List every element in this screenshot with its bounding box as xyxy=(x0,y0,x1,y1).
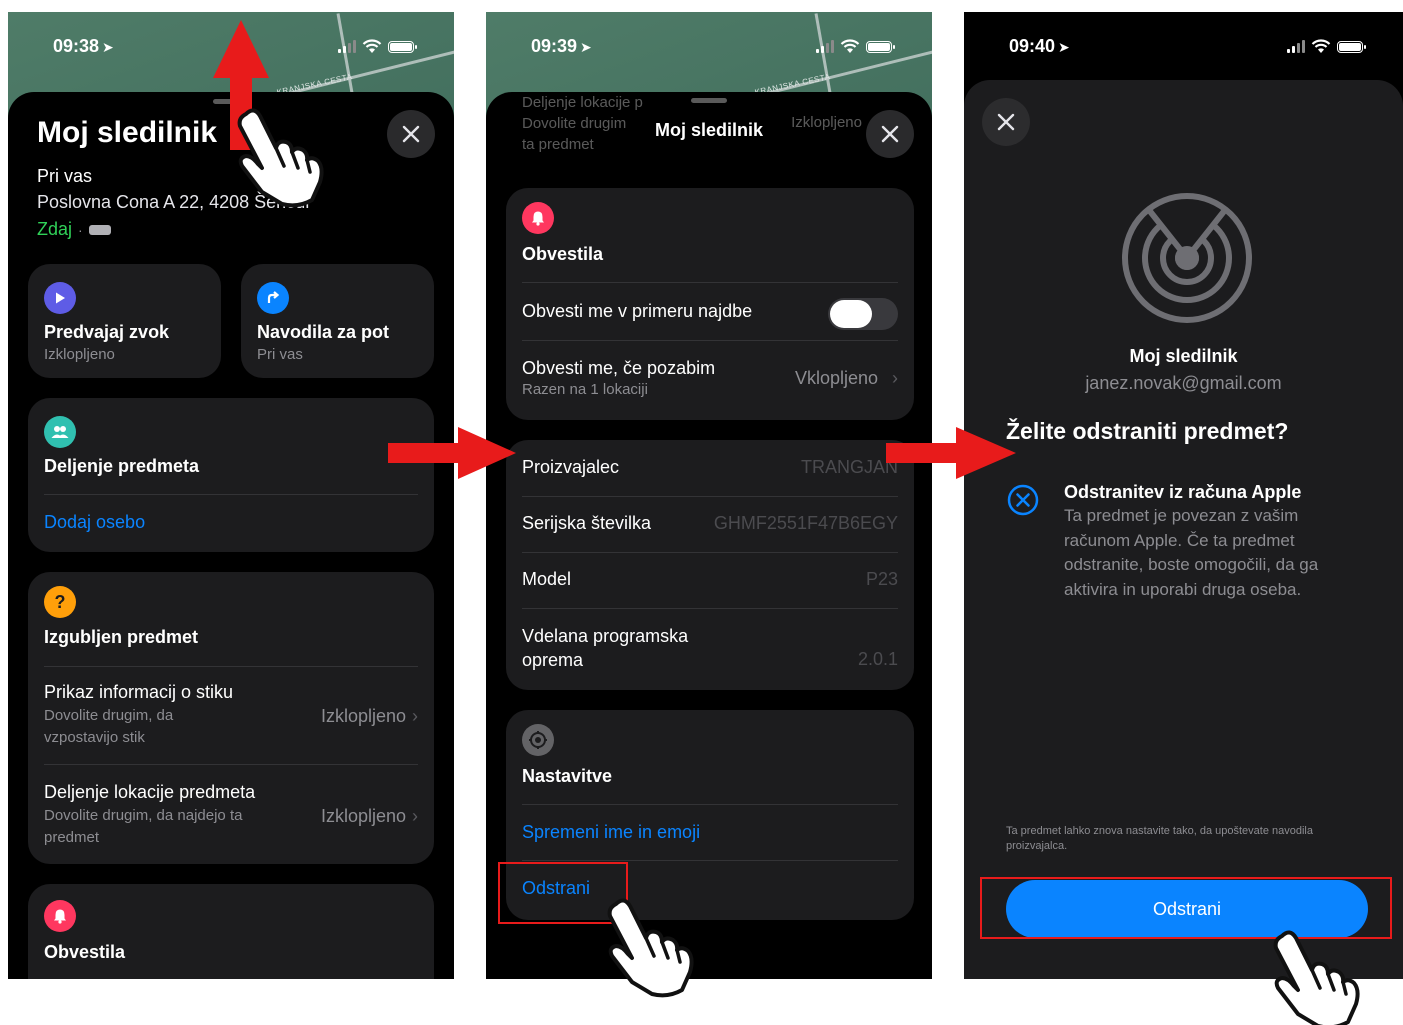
contact-info-sub: Dovolite drugim, da vzpostavijo stik xyxy=(44,707,174,746)
notifications-card: Obvestila xyxy=(28,884,434,979)
question-icon: ? xyxy=(44,586,76,618)
header-title: Moj sledilnik xyxy=(654,120,764,140)
battery-icon xyxy=(866,40,895,53)
manufacturer-label: Proizvajalec xyxy=(522,457,620,477)
tap-hand-icon xyxy=(237,108,324,208)
next-step-arrow xyxy=(886,427,1016,479)
last-seen-row: Zdaj · xyxy=(37,219,111,240)
firmware-label-line: oprema xyxy=(522,650,584,670)
cellular-signal-icon xyxy=(1287,40,1305,53)
screenshot-2: KRANJSKA CESTA 09:39 ➤ Deljenje lokacije … xyxy=(486,12,932,979)
item-sheet: Deljenje lokacije p Dovolite drugim ta p… xyxy=(486,92,932,979)
gear-icon xyxy=(522,724,554,756)
tap-hand-icon xyxy=(607,898,694,998)
notifications-title: Obvestila xyxy=(522,244,604,264)
directions-label: Navodila za pot xyxy=(257,322,390,342)
device-info-card: Proizvajalec TRANGJAN Serijska številka … xyxy=(506,440,914,690)
item-battery-icon xyxy=(88,224,111,235)
serial-value: GHMF2551F47B6EGY xyxy=(713,513,898,533)
notify-forgot-value: Vklopljeno xyxy=(794,368,878,388)
remove-question: Želite odstraniti predmet? xyxy=(1006,418,1289,444)
sharing-card: Deljenje predmeta Dodaj osebo xyxy=(28,398,434,552)
next-step-arrow xyxy=(388,427,516,479)
remove-info-desc: Ta predmet je povezan z vašim računom Ap… xyxy=(1064,506,1319,599)
location-sharing-value: Izklopljeno xyxy=(320,806,406,826)
manufacturer-value: TRANGJAN xyxy=(800,457,898,477)
status-bar: 09:39 ➤ xyxy=(486,36,932,60)
chevron-right-icon: › xyxy=(892,368,898,388)
close-icon xyxy=(402,125,420,143)
wifi-icon xyxy=(840,39,860,54)
item-title: Moj sledilnik xyxy=(37,116,218,149)
contact-info-label: Prikaz informacij o stiku xyxy=(44,682,234,702)
bell-icon xyxy=(44,900,76,932)
remove-dialog: Moj sledilnik janez.novak@gmail.com Želi… xyxy=(964,80,1403,979)
remove-info-title: Odstranitev iz računa Apple xyxy=(1064,482,1302,502)
sharing-title: Deljenje predmeta xyxy=(44,456,200,476)
location-arrow-icon: ➤ xyxy=(102,39,114,55)
item-name: Moj sledilnik xyxy=(1129,346,1238,366)
add-person-link[interactable]: Dodaj osebo xyxy=(44,512,145,533)
play-icon xyxy=(44,282,76,314)
footnote: Ta predmet lahko znova nastavite tako, d… xyxy=(1006,825,1313,852)
directions-tile[interactable]: Navodila za pot Pri vas xyxy=(241,264,434,378)
close-button[interactable] xyxy=(387,110,435,158)
last-seen-label: Zdaj xyxy=(37,219,73,239)
wifi-icon xyxy=(362,39,382,54)
directions-icon xyxy=(257,282,289,314)
tap-hand-icon xyxy=(1273,930,1360,1025)
location-sharing-sub: Dovolite drugim, da najdejo ta predmet xyxy=(44,807,243,846)
location-sharing-label: Deljenje lokacije predmeta xyxy=(44,782,256,802)
contact-info-row[interactable]: Prikaz informacij o stiku Dovolite drugi… xyxy=(44,682,418,762)
model-value: P23 xyxy=(865,569,898,589)
chevron-right-icon: › xyxy=(412,806,418,826)
close-button[interactable] xyxy=(982,98,1030,146)
status-time: 09:40 xyxy=(1009,36,1056,56)
notifications-title: Obvestila xyxy=(44,942,126,962)
status-time: 09:39 xyxy=(531,36,578,56)
cellular-signal-icon xyxy=(338,40,356,53)
battery-icon xyxy=(1337,40,1366,53)
chevron-right-icon: › xyxy=(412,706,418,726)
sheet-grabber[interactable] xyxy=(691,98,727,103)
location-arrow-icon: ➤ xyxy=(1058,39,1070,55)
firmware-label: Vdelana programska oprema xyxy=(522,624,688,672)
firmware-label-line: Vdelana programska xyxy=(522,626,689,646)
rename-link[interactable]: Spremeni ime in emoji xyxy=(522,822,700,843)
item-sheet: Moj sledilnik Pri vas Poslovna Cona A 22… xyxy=(8,92,454,979)
location-sharing-row[interactable]: Deljenje lokacije predmeta Dovolite drug… xyxy=(44,782,418,862)
wifi-icon xyxy=(1311,39,1331,54)
notify-forgot-row[interactable]: Obvesti me, če pozabim Razen na 1 lokaci… xyxy=(522,358,898,408)
model-label: Model xyxy=(522,569,572,589)
status-time: 09:38 xyxy=(53,36,100,56)
people-icon xyxy=(44,416,76,448)
directions-status: Pri vas xyxy=(257,346,303,363)
screenshot-3: 09:40 ➤ Moj sledilnik janez.novak@gmail.c… xyxy=(964,12,1403,979)
status-bar: 09:40 ➤ xyxy=(964,36,1403,60)
tracker-icon xyxy=(1119,190,1255,326)
cellular-signal-icon xyxy=(816,40,834,53)
lost-item-title: Izgubljen predmet xyxy=(44,627,199,647)
contact-info-value: Izklopljeno xyxy=(320,706,406,726)
account-email: janez.novak@gmail.com xyxy=(1085,373,1282,393)
play-sound-status: Izklopljeno xyxy=(44,346,115,363)
location-arrow-icon: ➤ xyxy=(580,39,592,55)
play-sound-tile[interactable]: Predvajaj zvok Izklopljeno xyxy=(28,264,221,378)
lost-item-card: ? Izgubljen predmet Prikaz informacij o … xyxy=(28,572,434,864)
close-icon xyxy=(881,125,899,143)
play-sound-label: Predvajaj zvok xyxy=(44,322,170,342)
notifications-card: Obvestila Obvesti me v primeru najdbe Ob… xyxy=(506,188,914,420)
close-icon xyxy=(997,113,1015,131)
battery-icon xyxy=(388,40,417,53)
notify-found-toggle[interactable] xyxy=(828,298,898,330)
settings-title: Nastavitve xyxy=(522,766,613,786)
notify-found-label: Obvesti me v primeru najdbe xyxy=(522,301,753,321)
serial-label: Serijska številka xyxy=(522,513,652,533)
location-label: Pri vas xyxy=(37,166,93,186)
firmware-value: 2.0.1 xyxy=(857,649,898,669)
remove-x-circle-icon xyxy=(1007,484,1039,516)
bell-icon xyxy=(522,202,554,234)
close-button[interactable] xyxy=(866,110,914,158)
